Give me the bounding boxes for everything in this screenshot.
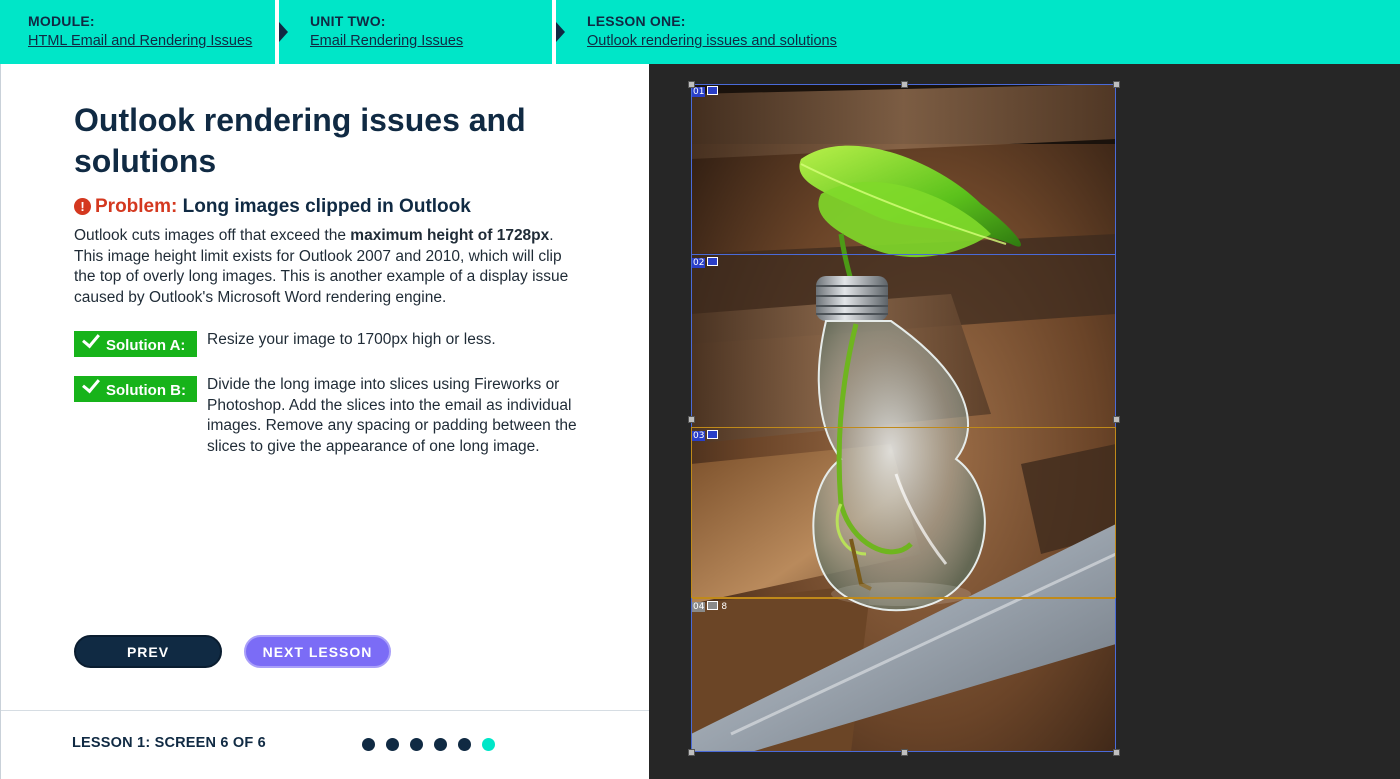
screen-counter: LESSON 1: SCREEN 6 OF 6 — [72, 735, 266, 751]
footer-divider — [1, 710, 650, 711]
breadcrumb: MODULE: HTML Email and Rendering Issues … — [0, 0, 1400, 64]
checkmark-icon — [82, 329, 100, 349]
slice-label: 01 — [692, 86, 719, 97]
resize-handle[interactable] — [901, 749, 908, 756]
chevron-right-icon — [279, 22, 288, 42]
progress-dot[interactable] — [362, 738, 375, 751]
resize-handle[interactable] — [1113, 416, 1120, 423]
resize-handle[interactable] — [688, 749, 695, 756]
resize-handle[interactable] — [688, 81, 695, 88]
image-slice-icon — [707, 430, 719, 439]
resize-handle[interactable] — [688, 416, 695, 423]
breadcrumb-unit: UNIT TWO: Email Rendering Issues — [310, 0, 463, 64]
solution-b-text: Divide the long image into slices using … — [207, 376, 577, 455]
progress-dot-current[interactable] — [482, 738, 495, 751]
slice-label: 02 — [692, 257, 719, 268]
slice-number: 01 — [692, 87, 706, 97]
slice-number: 02 — [692, 258, 706, 268]
breadcrumb-unit-label: UNIT TWO: — [310, 13, 386, 29]
solution-a-label: Solution A: — [106, 337, 186, 354]
page-title: Outlook rendering issues and solutions — [74, 102, 526, 179]
checkmark-icon — [82, 374, 100, 394]
lesson-panel: Outlook rendering issues and solutions !… — [0, 64, 650, 779]
breadcrumb-module: MODULE: HTML Email and Rendering Issues — [28, 0, 252, 64]
problem-heading: ! Problem: Long images clipped in Outlook — [74, 196, 471, 218]
slice-number: 03 — [692, 431, 706, 441]
next-lesson-button[interactable]: NEXT LESSON — [244, 635, 391, 668]
resize-handle[interactable] — [901, 81, 908, 88]
description-emphasis: maximum height of 1728px — [350, 227, 550, 244]
breadcrumb-module-link[interactable]: HTML Email and Rendering Issues — [28, 33, 252, 49]
progress-dot[interactable] — [434, 738, 447, 751]
chevron-right-icon — [556, 22, 565, 42]
progress-dot[interactable] — [386, 738, 399, 751]
breadcrumb-unit-link[interactable]: Email Rendering Issues — [310, 33, 463, 49]
solution-a-badge: Solution A: — [74, 329, 197, 357]
active-slice-outline[interactable] — [691, 427, 1116, 598]
image-slice-icon — [707, 86, 719, 95]
breadcrumb-lesson-link[interactable]: Outlook rendering issues and solutions — [587, 33, 837, 49]
breadcrumb-module-label: MODULE: — [28, 13, 95, 29]
resize-handle[interactable] — [1113, 81, 1120, 88]
image-slice-icon — [707, 601, 719, 610]
solution-b-badge: Solution B: — [74, 374, 197, 402]
slice-outline — [691, 84, 1116, 752]
image-slice-icon — [707, 257, 719, 266]
slice-label: 03 — [692, 430, 719, 441]
problem-text: Long images clipped in Outlook — [182, 196, 471, 217]
progress-dot[interactable] — [458, 738, 471, 751]
prev-button[interactable]: PREV — [74, 635, 222, 668]
breadcrumb-lesson-label: LESSON ONE: — [587, 13, 686, 29]
image-editor-panel: 01 02 03 04 8 — [649, 64, 1400, 779]
slice-label: 04 8 — [692, 601, 727, 612]
resize-handle[interactable] — [1113, 749, 1120, 756]
slice-extra: 8 — [721, 602, 728, 612]
solution-a-text: Resize your image to 1700px high or less… — [207, 331, 496, 348]
progress-dot[interactable] — [410, 738, 423, 751]
sliced-image[interactable]: 01 02 03 04 8 — [691, 84, 1116, 752]
slice-number: 04 — [692, 602, 706, 612]
description-text: Outlook cuts images off that exceed the — [74, 227, 351, 244]
problem-label: Problem: — [95, 196, 178, 217]
warning-icon: ! — [74, 198, 91, 215]
solution-b-label: Solution B: — [106, 382, 186, 399]
problem-description: Outlook cuts images off that exceed the … — [74, 226, 584, 308]
breadcrumb-lesson: LESSON ONE: Outlook rendering issues and… — [587, 0, 837, 64]
